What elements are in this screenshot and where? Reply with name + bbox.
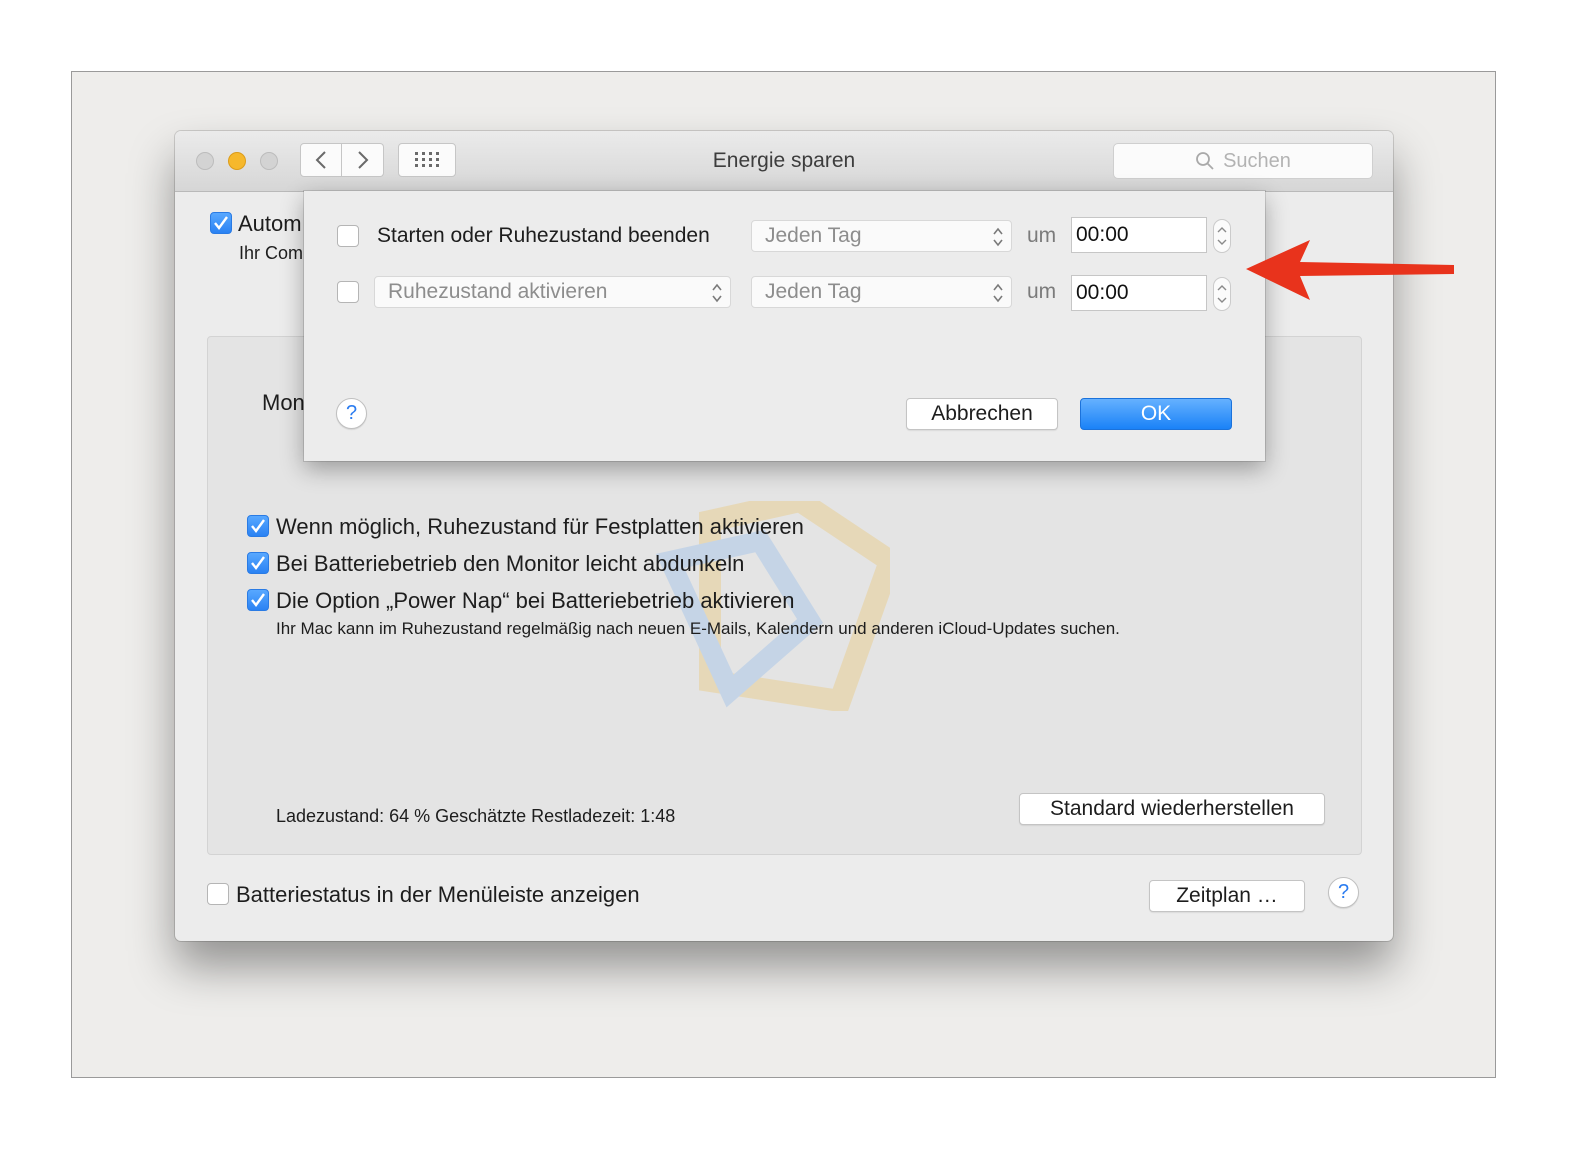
- option-label-hdd-sleep: Wenn möglich, Ruhezustand für Festplatte…: [276, 514, 804, 539]
- stepper-arrows-icon: [1217, 285, 1227, 303]
- wake-at-label: um: [1027, 224, 1057, 247]
- power-nap-description: Ihr Mac kann im Ruhezustand regelmäßig n…: [276, 619, 1120, 638]
- annotation-arrow-icon: [1246, 240, 1454, 300]
- wake-time-stepper[interactable]: [1213, 219, 1231, 253]
- checkmark-icon: [214, 216, 228, 230]
- search-placeholder: Suchen: [1223, 149, 1291, 172]
- sleep-checkbox[interactable]: [337, 281, 359, 303]
- wake-time-field[interactable]: 00:00: [1071, 217, 1207, 253]
- show-battery-status-label: Batteriestatus in der Menüleiste anzeige…: [236, 882, 640, 907]
- option-checkbox-power-nap[interactable]: [247, 589, 269, 611]
- wake-label: Starten oder Ruhezustand beenden: [377, 224, 710, 247]
- sleep-time-stepper[interactable]: [1213, 277, 1231, 311]
- option-label-power-nap: Die Option „Power Nap“ bei Batteriebetri…: [276, 588, 795, 613]
- updown-arrows-icon: [712, 283, 722, 303]
- wake-day-popup[interactable]: Jeden Tag: [751, 220, 1012, 252]
- sheet-help-button[interactable]: ?: [336, 398, 367, 429]
- updown-arrows-icon: [993, 227, 1003, 247]
- stepper-arrows-icon: [1217, 227, 1227, 245]
- sleep-time-field[interactable]: 00:00: [1071, 275, 1207, 311]
- search-icon: [1196, 152, 1214, 170]
- auto-subtext: Ihr Com: [239, 243, 304, 263]
- monitor-label: Mon: [262, 390, 305, 415]
- checkmark-icon: [251, 556, 265, 570]
- option-label-dim-display: Bei Batteriebetrieb den Monitor leicht a…: [276, 551, 745, 576]
- sleep-day-value: Jeden Tag: [765, 280, 862, 303]
- checkmark-icon: [251, 593, 265, 607]
- sleep-day-popup[interactable]: Jeden Tag: [751, 276, 1012, 308]
- cancel-button[interactable]: Abbrechen: [906, 398, 1058, 430]
- sleep-action-popup[interactable]: Ruhezustand aktivieren: [374, 276, 731, 308]
- wake-checkbox[interactable]: [337, 225, 359, 247]
- titlebar: Energie sparen Suchen: [175, 131, 1393, 192]
- sleep-at-label: um: [1027, 280, 1057, 303]
- auto-label: Autom: [238, 211, 302, 236]
- battery-status-text: Ladezustand: 64 % Geschätzte Restladezei…: [276, 806, 676, 826]
- search-field[interactable]: Suchen: [1113, 143, 1373, 179]
- restore-defaults-button[interactable]: Standard wiederherstellen: [1019, 793, 1325, 825]
- show-battery-status-checkbox[interactable]: [207, 883, 229, 905]
- sleep-action-value: Ruhezustand aktivieren: [388, 280, 608, 303]
- wake-day-value: Jeden Tag: [765, 224, 862, 247]
- option-checkbox-hdd-sleep[interactable]: [247, 515, 269, 537]
- option-checkbox-dim-display[interactable]: [247, 552, 269, 574]
- checkmark-icon: [251, 519, 265, 533]
- help-button[interactable]: ?: [1328, 877, 1359, 908]
- updown-arrows-icon: [993, 283, 1003, 303]
- auto-checkbox[interactable]: [210, 212, 232, 234]
- schedule-button[interactable]: Zeitplan …: [1149, 880, 1305, 912]
- schedule-sheet: Starten oder Ruhezustand beenden Jeden T…: [304, 191, 1265, 461]
- ok-button[interactable]: OK: [1080, 398, 1232, 430]
